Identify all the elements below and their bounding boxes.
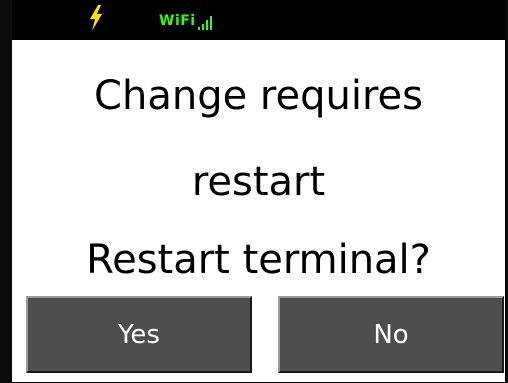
lightning-bolt-icon — [90, 5, 102, 31]
terminal-screen: WiFi Change requires restart Restart ter… — [0, 0, 508, 383]
restart-prompt: Restart terminal? — [86, 237, 431, 283]
message-line-1: Change requires — [94, 73, 423, 119]
yes-button[interactable]: Yes — [26, 296, 252, 373]
status-bar: WiFi — [12, 0, 505, 40]
no-button[interactable]: No — [278, 296, 504, 373]
message-line-2: restart — [191, 159, 326, 205]
yes-button-label: Yes — [118, 319, 160, 350]
no-button-label: No — [373, 319, 409, 350]
wifi-label: WiFi — [159, 13, 196, 29]
signal-strength-icon — [198, 16, 212, 30]
